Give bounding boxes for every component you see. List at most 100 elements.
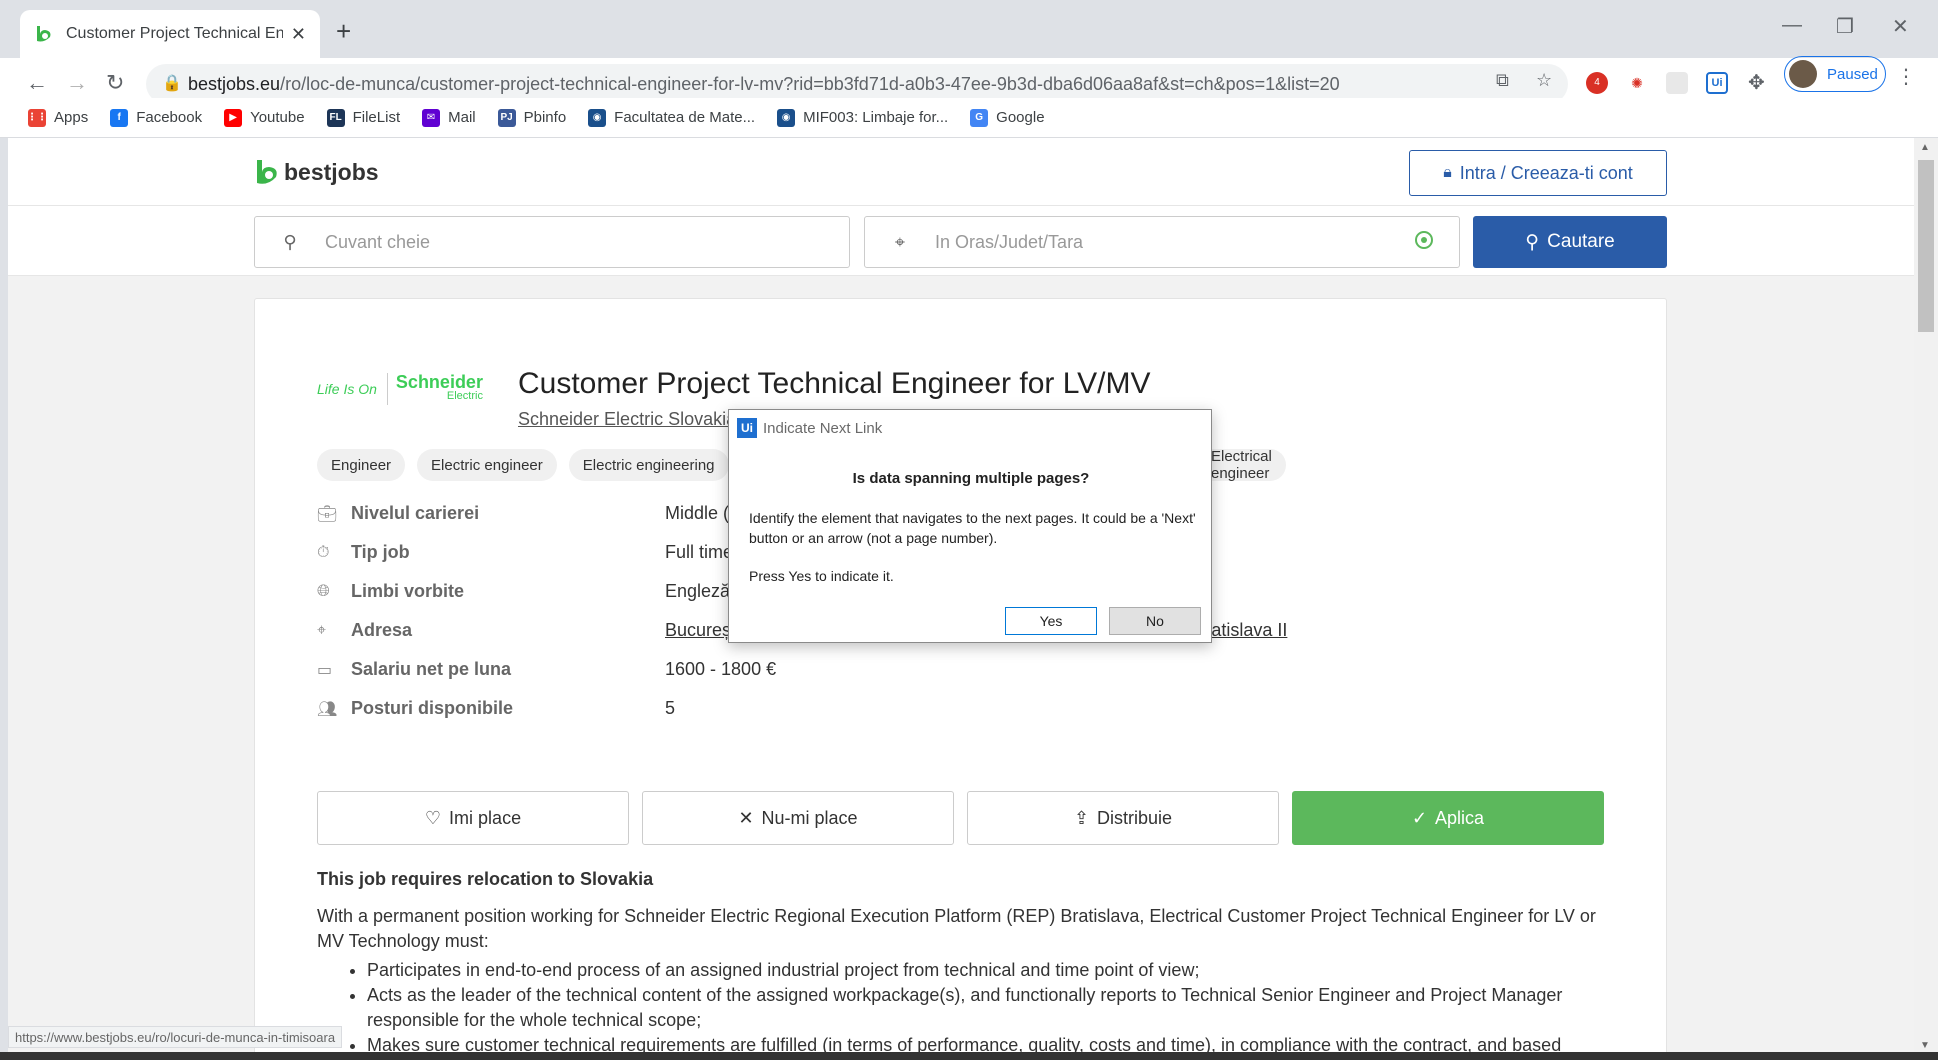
back-icon[interactable]: ← [26,70,48,96]
detail-value: Engleză [665,581,731,601]
detail-label: Limbi vorbite [351,581,465,601]
url-domain: bestjobs.eu [188,73,281,94]
search-button[interactable]: ⚲ Cautare [1473,216,1667,268]
dialog-title: Indicate Next Link [763,419,883,437]
window-close-icon[interactable]: ✕ [1892,14,1909,39]
skill-tag[interactable]: Electric engineering [568,449,729,481]
indicate-next-link-dialog: Ui Indicate Next Link Is data spanning m… [728,409,1212,643]
detail-label: Salariu net pe luna [351,659,512,679]
university-icon: ◉ [588,108,607,127]
bookmark-label: Youtube [250,109,305,126]
scroll-thumb[interactable] [1918,160,1934,332]
taskbar-strip [0,1052,1938,1060]
bookmark-label: FileList [352,109,401,126]
bookmarks-bar: ⋮⋮ Apps f Facebook ▶ Youtube FL FileList ✉ Mail PJ… [0,98,1938,138]
bookmark-item[interactable]: ⋮⋮ Apps [27,108,89,127]
bookmark-label: Mail [448,109,476,126]
minimize-icon[interactable]: — [1782,14,1802,37]
filelist-icon: FL [326,108,345,127]
extension-icon[interactable]: ✺ [1626,72,1648,94]
bookmark-label: Google [996,109,1045,126]
bestjobs-logo[interactable]: bestjobs [254,158,379,186]
browser-tab[interactable]: Customer Project Technical Engin ✕ [20,10,320,58]
bookmark-label: Apps [54,109,89,126]
close-tab-icon[interactable]: ✕ [291,24,306,45]
company-logo[interactable]: Life Is On Schneider Electric [317,371,489,407]
bookmark-item[interactable]: PJ Pbinfo [497,108,566,127]
youtube-icon: ▶ [224,108,243,127]
profile-label: Paused [1827,65,1878,83]
detail-label: Posturi disponibile [351,698,514,718]
university-icon: ◉ [777,108,796,127]
detail-label: Tip job [351,542,410,562]
location-pin-icon: ⌖ [317,621,327,639]
tag-list: Engineer Electric engineer Electric engine… [317,448,1286,482]
restore-icon[interactable]: ❐ [1836,14,1854,39]
search-bar: ⚲ ⌖ ⚲ Cautare [8,206,1914,276]
bookmark-item[interactable]: FL FileList [326,108,401,127]
pbinfo-icon: PJ [497,108,516,127]
bookmark-item[interactable]: ✉ Mail [422,108,476,127]
apps-grid-icon: ⋮⋮ [27,108,47,127]
dislike-label: Nu-mi place [761,807,858,828]
apply-button[interactable]: ✓ Aplica [1292,791,1604,845]
x-icon: ✕ [738,807,754,828]
extension-badge: 4 [1594,77,1600,88]
extensions-puzzle-icon[interactable]: ✥ [1748,70,1765,95]
skill-tag[interactable]: Electric engineer [417,449,557,481]
facebook-icon: f [110,108,129,127]
bookmark-item[interactable]: ◉ Facultatea de Mate... [588,108,755,127]
detail-value: Full time [665,542,734,562]
keyword-input[interactable] [325,231,745,253]
bookmark-star-icon[interactable]: ☆ [1536,70,1552,91]
bookmark-item[interactable]: ◉ MIF003: Limbaje for... [777,108,949,127]
lock-icon: 🔒︎ [1443,164,1452,181]
job-title: Customer Project Technical Engineer for … [518,367,1151,400]
new-tab-icon[interactable]: + [336,16,351,47]
forward-icon[interactable]: → [66,70,88,96]
share-button[interactable]: ⇪ Distribuie [967,791,1279,845]
scroll-down-icon[interactable]: ▼ [1920,1040,1930,1051]
bestjobs-logo-icon [257,160,277,184]
location-field[interactable]: ⌖ [864,216,1460,268]
google-icon: G [970,108,989,127]
share-label: Distribuie [1097,807,1173,828]
bookmark-item[interactable]: f Facebook [110,108,203,127]
yes-button[interactable]: Yes [1005,607,1097,635]
bookmark-item[interactable]: G Google [970,108,1045,127]
site-header: bestjobs 🔒︎ Intra / Creeaza-ti cont [8,138,1914,206]
extension-placeholder-icon[interactable] [1666,72,1688,94]
translate-icon[interactable]: ⧉ [1496,70,1509,91]
skill-tag[interactable]: Engineer [317,449,406,481]
scroll-up-icon[interactable]: ▲ [1920,142,1930,153]
location-input[interactable] [935,231,1355,253]
profile-button[interactable]: Paused [1784,56,1886,92]
responsibility-list: Participates in end-to-end process of an… [367,958,1617,1058]
check-icon: ✓ [1411,807,1428,828]
share-icon: ⇪ [1073,807,1090,828]
page-scrollbar[interactable]: ▲ ▼ [1914,138,1938,1060]
detail-value: 1600 - 1800 € [665,659,777,679]
reload-icon[interactable]: ↻ [106,70,124,96]
dialog-body: Identify the element that navigates to t… [749,510,1196,546]
keyword-field[interactable]: ⚲ [254,216,850,268]
responsibility-item: Acts as the leader of the technical cont… [367,983,1617,1033]
job-description: This job requires relocation to Slovakia… [317,867,1617,1058]
login-button[interactable]: 🔒︎ Intra / Creeaza-ti cont [1409,150,1667,196]
bookmark-label: MIF003: Limbaje for... [803,109,949,126]
current-location-icon[interactable] [1415,231,1433,249]
money-icon: ▭ [317,661,333,679]
bookmark-item[interactable]: ▶ Youtube [224,108,305,127]
detail-label: Adresa [351,620,413,640]
menu-kebab-icon[interactable]: ⋮ [1896,64,1916,89]
logo-text: bestjobs [284,158,379,185]
like-button[interactable]: ♡ Imi place [317,791,629,845]
detail-row: 👥︎ Posturi disponibile 5 [317,689,1617,728]
no-button[interactable]: No [1109,607,1201,635]
dislike-button[interactable]: ✕ Nu-mi place [642,791,954,845]
logo-divider [386,373,388,405]
uipath-extension-icon[interactable]: Ui [1706,72,1728,94]
adblock-extension-icon[interactable]: 4 [1586,72,1608,94]
bookmark-label: Facebook [136,109,203,126]
stopwatch-icon: ⏱︎ [317,543,330,561]
